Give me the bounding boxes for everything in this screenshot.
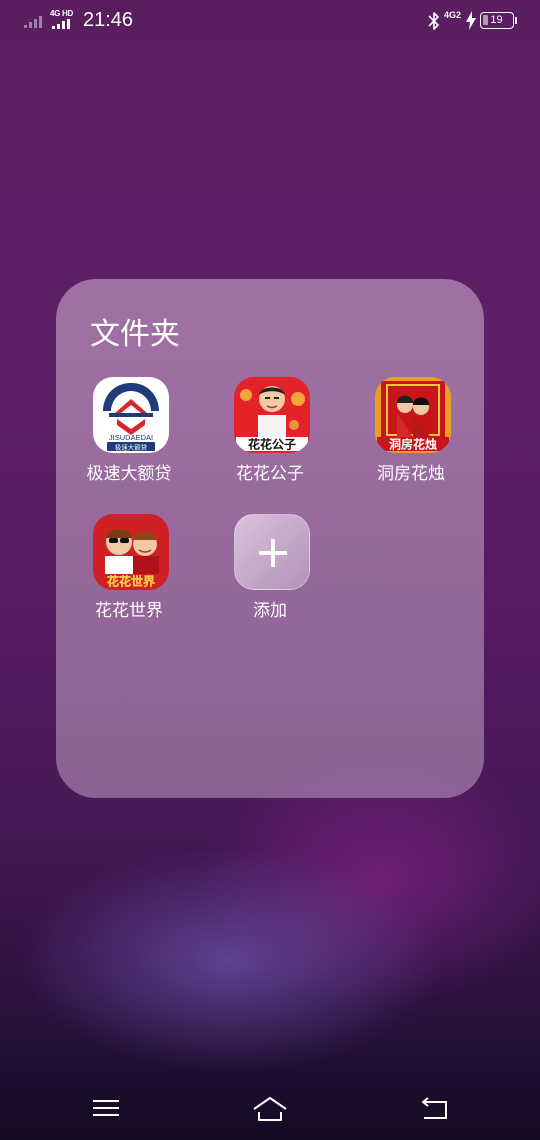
battery-level: 19 [490, 14, 503, 26]
app-label: 花花世界 [95, 601, 163, 621]
app-dongfang-huazhu[interactable]: 洞房花烛 洞房花烛 [351, 377, 471, 497]
app-label: 极速大额贷 [86, 464, 172, 484]
app-label: 洞房花烛 [377, 464, 445, 484]
jisudaedai-icon-text: JISUDAEDAI [109, 433, 153, 442]
battery-icon: 19 [480, 12, 514, 29]
battery-tip [515, 17, 517, 24]
add-app-button[interactable]: 添加 [210, 514, 330, 634]
bluetooth-icon [428, 12, 439, 30]
app-label: 添加 [253, 601, 287, 621]
network-label: 4G HD [50, 9, 73, 18]
huahua-gongzi-icon-text: 花花公子 [248, 437, 296, 452]
app-huahua-shijie[interactable]: 花花世界 花花世界 [69, 514, 189, 634]
app-huahua-gongzi[interactable]: 花花公子 花花公子 [210, 377, 330, 497]
network-type-indicator: 4G HD [50, 9, 78, 29]
app-label: 花花公子 [236, 464, 304, 484]
app-folder: 文件夹 JISUDAEDAI 极速大额贷 极速大额贷 花花公子 花花公子 洞房花… [56, 279, 484, 798]
network-signal-icon [52, 19, 70, 29]
huahua-shijie-icon-text: 花花世界 [107, 574, 155, 589]
jisudaedai-app-icon[interactable]: JISUDAEDAI 极速大额贷 [93, 377, 169, 453]
app-jisudaedai[interactable]: JISUDAEDAI 极速大额贷 极速大额贷 [69, 377, 189, 497]
jisudaedai-icon-subtext: 极速大额贷 [115, 443, 148, 452]
home-icon[interactable] [250, 1090, 290, 1126]
clock: 21:46 [83, 9, 134, 31]
signal-icon [24, 14, 46, 28]
charging-bolt-icon [466, 11, 476, 30]
dongfang-huazhu-icon-text: 洞房花烛 [389, 437, 437, 452]
huahua-gongzi-app-icon[interactable]: 花花公子 [234, 377, 310, 453]
navigation-bar [0, 1080, 540, 1140]
menu-icon[interactable] [86, 1090, 126, 1126]
status-bar: 4G HD 21:46 4G2 19 [0, 0, 540, 44]
folder-title[interactable]: 文件夹 [90, 309, 180, 353]
back-icon[interactable] [414, 1090, 454, 1126]
dongfang-huazhu-app-icon[interactable]: 洞房花烛 [375, 377, 451, 453]
network2-label: 4G2 [444, 10, 462, 20]
add-plus-icon[interactable] [234, 514, 310, 590]
huahua-shijie-app-icon[interactable]: 花花世界 [93, 514, 169, 590]
